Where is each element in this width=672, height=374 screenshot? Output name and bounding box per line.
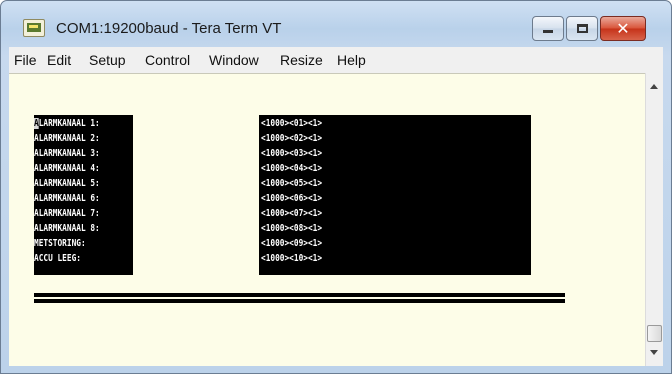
alarm-label-2: ALARMKANAAL 2: xyxy=(34,133,100,144)
metstoring-label: METSTORING: xyxy=(34,238,86,249)
alarm-label-7: ALARMKANAAL 7: xyxy=(34,208,100,219)
menu-edit[interactable]: Edit xyxy=(47,52,71,68)
vertical-scrollbar[interactable] xyxy=(645,73,663,366)
alarm-value-1: <1000><01><1> xyxy=(261,118,323,129)
menu-bar: File Edit Setup Control Window Resize He… xyxy=(9,47,663,73)
title-bar[interactable]: COM1:19200baud - Tera Term VT ✕ xyxy=(1,1,671,45)
minimize-icon xyxy=(543,30,553,33)
separator-line-top xyxy=(34,293,565,297)
alarm-value-8: <1000><08><1> xyxy=(261,223,323,234)
close-button[interactable]: ✕ xyxy=(600,16,646,41)
arrow-up-icon[interactable] xyxy=(650,84,658,89)
accu-leeg-label: ACCU LEEG: xyxy=(34,253,81,264)
separator-line-bottom xyxy=(34,299,565,303)
metstoring-value: <1000><09><1> xyxy=(261,238,323,249)
alarm-label-8: ALARMKANAAL 8: xyxy=(34,223,100,234)
close-icon: ✕ xyxy=(616,19,630,38)
alarm-value-6: <1000><06><1> xyxy=(261,193,323,204)
minimize-button[interactable] xyxy=(532,16,564,41)
scrollbar-thumb[interactable] xyxy=(647,325,662,342)
menu-help[interactable]: Help xyxy=(337,52,366,68)
tera-term-window: COM1:19200baud - Tera Term VT ✕ File Edi… xyxy=(0,0,672,374)
alarm-label-3: ALARMKANAAL 3: xyxy=(34,148,100,159)
alarm-label-6: ALARMKANAAL 6: xyxy=(34,193,100,204)
alarm-label-4: ALARMKANAAL 4: xyxy=(34,163,100,174)
alarm-label-5: ALARMKANAAL 5: xyxy=(34,178,100,189)
menu-resize[interactable]: Resize xyxy=(280,52,323,68)
alarm-value-4: <1000><04><1> xyxy=(261,163,323,174)
accu-leeg-value: <1000><10><1> xyxy=(261,253,323,264)
alarm-value-3: <1000><03><1> xyxy=(261,148,323,159)
tera-term-icon[interactable] xyxy=(23,19,45,37)
alarm-label-1: ALARMKANAAL 1: xyxy=(34,118,100,129)
menu-window[interactable]: Window xyxy=(209,52,259,68)
window-title: COM1:19200baud - Tera Term VT xyxy=(56,20,282,37)
menu-setup[interactable]: Setup xyxy=(89,52,126,68)
alarm-value-2: <1000><02><1> xyxy=(261,133,323,144)
menu-file[interactable]: File xyxy=(14,52,37,68)
menu-control[interactable]: Control xyxy=(145,52,190,68)
alarm-value-5: <1000><05><1> xyxy=(261,178,323,189)
maximize-button[interactable] xyxy=(566,16,598,41)
maximize-icon xyxy=(577,24,588,33)
alarm-label-1-rest: LARMKANAAL 1: xyxy=(38,118,100,129)
arrow-down-icon[interactable] xyxy=(650,350,658,355)
terminal-screen[interactable]: ALARMKANAAL 1: ALARMKANAAL 2: ALARMKANAA… xyxy=(9,73,645,366)
alarm-value-7: <1000><07><1> xyxy=(261,208,323,219)
